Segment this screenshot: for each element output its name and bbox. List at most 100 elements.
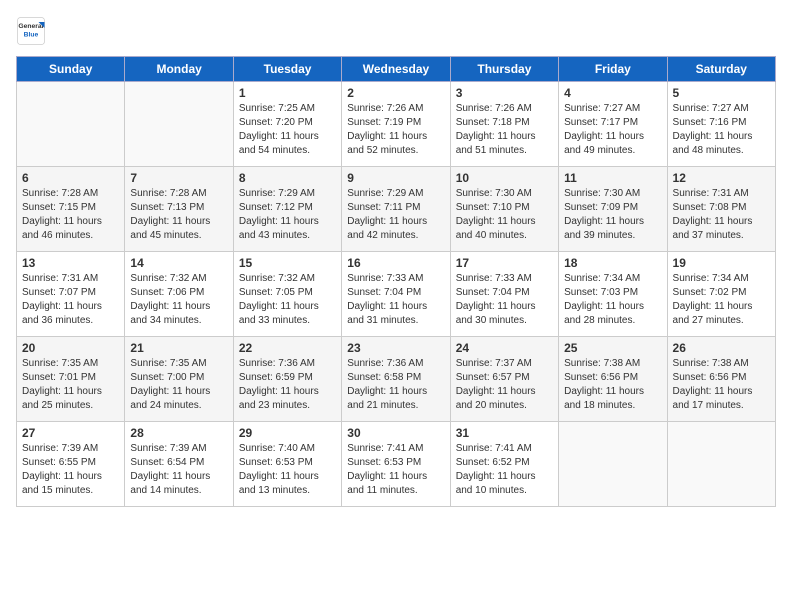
day-number: 19 (673, 256, 770, 270)
cell-info: Sunrise: 7:26 AMSunset: 7:19 PMDaylight:… (347, 102, 444, 158)
cell-info: Sunrise: 7:35 AMSunset: 7:01 PMDaylight:… (22, 357, 119, 413)
day-number: 13 (22, 256, 119, 270)
cell-info: Sunrise: 7:32 AMSunset: 7:05 PMDaylight:… (239, 272, 336, 328)
day-number: 6 (22, 171, 119, 185)
calendar-cell: 3 Sunrise: 7:26 AMSunset: 7:18 PMDaylight… (450, 82, 558, 167)
day-header-tuesday: Tuesday (233, 57, 341, 82)
calendar-cell: 12 Sunrise: 7:31 AMSunset: 7:08 PMDayligh… (667, 167, 775, 252)
calendar-cell: 11 Sunrise: 7:30 AMSunset: 7:09 PMDayligh… (559, 167, 667, 252)
calendar-cell: 13 Sunrise: 7:31 AMSunset: 7:07 PMDayligh… (17, 252, 125, 337)
day-number: 25 (564, 341, 661, 355)
cell-info: Sunrise: 7:31 AMSunset: 7:07 PMDaylight:… (22, 272, 119, 328)
day-number: 4 (564, 86, 661, 100)
calendar-cell: 5Sunrise: 7:27 AMSunset: 7:16 PMDaylight… (667, 82, 775, 167)
calendar-header: SundayMondayTuesdayWednesdayThursdayFrid… (17, 57, 776, 82)
week-row-2: 6 Sunrise: 7:28 AMSunset: 7:15 PMDaylight… (17, 167, 776, 252)
cell-info: Sunrise: 7:33 AMSunset: 7:04 PMDaylight:… (347, 272, 444, 328)
calendar-cell: 1 Sunrise: 7:25 AMSunset: 7:20 PMDaylight… (233, 82, 341, 167)
calendar-cell (559, 422, 667, 507)
cell-info: Sunrise: 7:37 AMSunset: 6:57 PMDaylight:… (456, 357, 553, 413)
cell-info: Sunrise: 7:40 AMSunset: 6:53 PMDaylight:… (239, 442, 336, 498)
day-number: 21 (130, 341, 227, 355)
day-header-saturday: Saturday (667, 57, 775, 82)
calendar-cell: 20 Sunrise: 7:35 AMSunset: 7:01 PMDayligh… (17, 337, 125, 422)
calendar-cell: 4 Sunrise: 7:27 AMSunset: 7:17 PMDaylight… (559, 82, 667, 167)
day-number: 23 (347, 341, 444, 355)
day-number: 18 (564, 256, 661, 270)
calendar-cell: 18 Sunrise: 7:34 AMSunset: 7:03 PMDayligh… (559, 252, 667, 337)
day-number: 28 (130, 426, 227, 440)
day-number: 1 (239, 86, 336, 100)
cell-info: Sunrise: 7:29 AMSunset: 7:11 PMDaylight:… (347, 187, 444, 243)
calendar-cell: 8Sunrise: 7:29 AMSunset: 7:12 PMDaylight… (233, 167, 341, 252)
cell-info: Sunrise: 7:30 AMSunset: 7:10 PMDaylight:… (456, 187, 553, 243)
cell-info: Sunrise: 7:28 AMSunset: 7:15 PMDaylight:… (22, 187, 119, 243)
cell-info: Sunrise: 7:38 AMSunset: 6:56 PMDaylight:… (673, 357, 770, 413)
calendar-cell (17, 82, 125, 167)
cell-info: Sunrise: 7:41 AMSunset: 6:52 PMDaylight:… (456, 442, 553, 498)
day-number: 17 (456, 256, 553, 270)
calendar-cell: 21 Sunrise: 7:35 AMSunset: 7:00 PMDayligh… (125, 337, 233, 422)
calendar-table: SundayMondayTuesdayWednesdayThursdayFrid… (16, 56, 776, 507)
day-number: 31 (456, 426, 553, 440)
calendar-cell: 6 Sunrise: 7:28 AMSunset: 7:15 PMDaylight… (17, 167, 125, 252)
calendar-cell: 28Sunrise: 7:39 AMSunset: 6:54 PMDayligh… (125, 422, 233, 507)
calendar-cell: 25 Sunrise: 7:38 AMSunset: 6:56 PMDayligh… (559, 337, 667, 422)
day-header-friday: Friday (559, 57, 667, 82)
calendar-cell: 10 Sunrise: 7:30 AMSunset: 7:10 PMDayligh… (450, 167, 558, 252)
day-header-wednesday: Wednesday (342, 57, 450, 82)
cell-info: Sunrise: 7:36 AMSunset: 6:59 PMDaylight:… (239, 357, 336, 413)
calendar-cell: 27 Sunrise: 7:39 AMSunset: 6:55 PMDayligh… (17, 422, 125, 507)
calendar-cell: 29Sunrise: 7:40 AMSunset: 6:53 PMDayligh… (233, 422, 341, 507)
cell-info: Sunrise: 7:32 AMSunset: 7:06 PMDaylight:… (130, 272, 227, 328)
cell-info: Sunrise: 7:33 AMSunset: 7:04 PMDaylight:… (456, 272, 553, 328)
logo-icon: General Blue (16, 16, 46, 46)
day-number: 2 (347, 86, 444, 100)
day-number: 15 (239, 256, 336, 270)
calendar-cell: 30 Sunrise: 7:41 AMSunset: 6:53 PMDayligh… (342, 422, 450, 507)
day-header-thursday: Thursday (450, 57, 558, 82)
day-number: 27 (22, 426, 119, 440)
day-number: 26 (673, 341, 770, 355)
day-number: 24 (456, 341, 553, 355)
day-number: 30 (347, 426, 444, 440)
calendar-cell: 14 Sunrise: 7:32 AMSunset: 7:06 PMDayligh… (125, 252, 233, 337)
cell-info: Sunrise: 7:25 AMSunset: 7:20 PMDaylight:… (239, 102, 336, 158)
calendar-cell: 15 Sunrise: 7:32 AMSunset: 7:05 PMDayligh… (233, 252, 341, 337)
calendar-cell: 16Sunrise: 7:33 AMSunset: 7:04 PMDayligh… (342, 252, 450, 337)
calendar-cell: 2 Sunrise: 7:26 AMSunset: 7:19 PMDaylight… (342, 82, 450, 167)
cell-info: Sunrise: 7:30 AMSunset: 7:09 PMDaylight:… (564, 187, 661, 243)
calendar-cell: 23Sunrise: 7:36 AMSunset: 6:58 PMDayligh… (342, 337, 450, 422)
calendar-cell: 22Sunrise: 7:36 AMSunset: 6:59 PMDayligh… (233, 337, 341, 422)
day-number: 3 (456, 86, 553, 100)
cell-info: Sunrise: 7:27 AMSunset: 7:16 PMDaylight:… (673, 102, 770, 158)
cell-info: Sunrise: 7:29 AMSunset: 7:12 PMDaylight:… (239, 187, 336, 243)
cell-info: Sunrise: 7:26 AMSunset: 7:18 PMDaylight:… (456, 102, 553, 158)
calendar-cell: 7Sunrise: 7:28 AMSunset: 7:13 PMDaylight… (125, 167, 233, 252)
calendar-cell: 31 Sunrise: 7:41 AMSunset: 6:52 PMDayligh… (450, 422, 558, 507)
day-number: 10 (456, 171, 553, 185)
calendar-cell: 17 Sunrise: 7:33 AMSunset: 7:04 PMDayligh… (450, 252, 558, 337)
day-number: 14 (130, 256, 227, 270)
cell-info: Sunrise: 7:34 AMSunset: 7:03 PMDaylight:… (564, 272, 661, 328)
cell-info: Sunrise: 7:41 AMSunset: 6:53 PMDaylight:… (347, 442, 444, 498)
day-header-sunday: Sunday (17, 57, 125, 82)
cell-info: Sunrise: 7:38 AMSunset: 6:56 PMDaylight:… (564, 357, 661, 413)
calendar-cell (667, 422, 775, 507)
cell-info: Sunrise: 7:31 AMSunset: 7:08 PMDaylight:… (673, 187, 770, 243)
cell-info: Sunrise: 7:35 AMSunset: 7:00 PMDaylight:… (130, 357, 227, 413)
cell-info: Sunrise: 7:27 AMSunset: 7:17 PMDaylight:… (564, 102, 661, 158)
cell-info: Sunrise: 7:34 AMSunset: 7:02 PMDaylight:… (673, 272, 770, 328)
day-number: 11 (564, 171, 661, 185)
day-number: 12 (673, 171, 770, 185)
day-number: 20 (22, 341, 119, 355)
calendar-cell: 19 Sunrise: 7:34 AMSunset: 7:02 PMDayligh… (667, 252, 775, 337)
week-row-5: 27 Sunrise: 7:39 AMSunset: 6:55 PMDayligh… (17, 422, 776, 507)
svg-text:Blue: Blue (24, 31, 39, 38)
calendar-cell: 9Sunrise: 7:29 AMSunset: 7:11 PMDaylight… (342, 167, 450, 252)
day-number: 7 (130, 171, 227, 185)
cell-info: Sunrise: 7:39 AMSunset: 6:55 PMDaylight:… (22, 442, 119, 498)
day-header-row: SundayMondayTuesdayWednesdayThursdayFrid… (17, 57, 776, 82)
calendar-body: 1 Sunrise: 7:25 AMSunset: 7:20 PMDaylight… (17, 82, 776, 507)
day-header-monday: Monday (125, 57, 233, 82)
